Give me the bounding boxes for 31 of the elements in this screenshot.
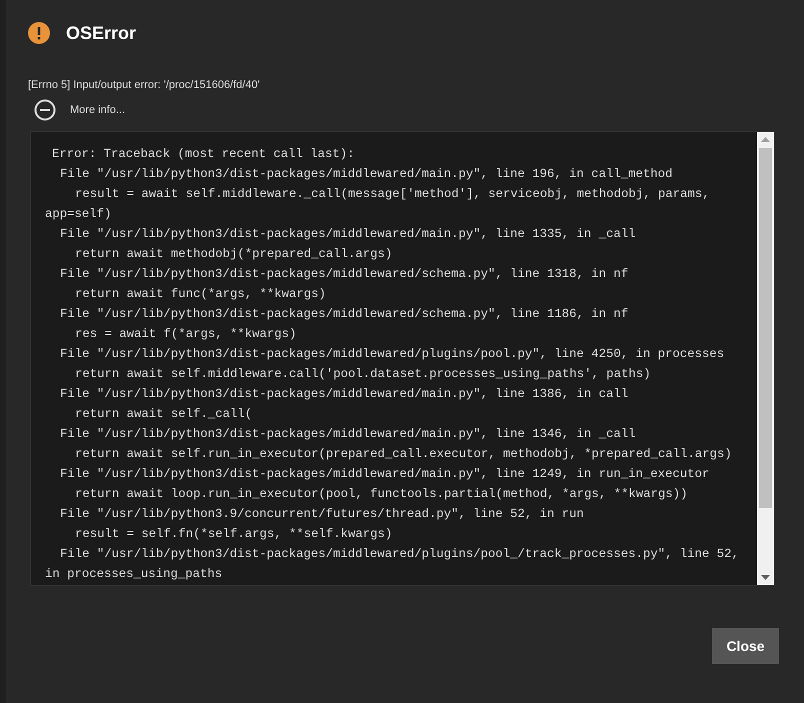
traceback-line: return await methodobj(*prepared_call.args): [74, 246, 394, 263]
traceback-line: result = await self.middleware._call(message['method'], serviceobj, methodobj, params,: [74, 186, 711, 203]
collapse-icon: [34, 99, 56, 121]
traceback-line: File "/usr/lib/python3/dist-packages/middlewared/main.py", line 1346, in _call: [59, 426, 637, 443]
traceback-line: return await self._call(: [74, 406, 254, 423]
traceback-line: File "/usr/lib/python3/dist-packages/middlewared/schema.py", line 1186, in nf: [59, 306, 630, 323]
close-button[interactable]: Close: [712, 628, 779, 664]
traceback-line: app=self): [45, 206, 112, 223]
traceback-line: File "/usr/lib/python3/dist-packages/middlewared/main.py", line 196, in call_method: [59, 166, 674, 183]
dialog-title: OSError: [66, 22, 136, 44]
traceback-line: File "/usr/lib/python3/dist-packages/middlewared/schema.py", line 1318, in nf: [59, 266, 630, 283]
traceback-line: return await loop.run_in_executor(pool, functools.partial(method, *args, **kwargs)): [74, 486, 688, 503]
warning-icon: [28, 22, 50, 44]
scroll-down-icon[interactable]: [761, 575, 770, 581]
scroll-up-icon[interactable]: [761, 137, 770, 143]
scrollbar[interactable]: [757, 132, 774, 585]
traceback-line: return await self.run_in_executor(prepared_call.executor, methodobj, *prepared_call.args): [74, 446, 733, 463]
traceback-line: result = self.fn(*self.args, **self.kwargs): [74, 526, 394, 543]
traceback-line: File "/usr/lib/python3/dist-packages/middlewared/plugins/pool_/track_processes.py", line 52,: [59, 546, 740, 563]
traceback-line: res = await f(*args, **kwargs): [74, 326, 298, 343]
traceback-line: File "/usr/lib/python3/dist-packages/middlewared/plugins/pool.py", line 4250, in processes: [59, 346, 726, 363]
traceback-line: File "/usr/lib/python3/dist-packages/middlewared/main.py", line 1386, in call: [59, 386, 630, 403]
traceback-line: return await self.middleware.call('pool.dataset.processes_using_paths', paths): [74, 366, 652, 383]
error-message: [Errno 5] Input/output error: '/proc/151606/fd/40': [28, 79, 261, 91]
traceback-line: File "/usr/lib/python3/dist-packages/middlewared/main.py", line 1335, in _call: [59, 226, 637, 243]
traceback-line: Error: Traceback (most recent call last):: [51, 146, 356, 163]
more-info-toggle[interactable]: More info...: [34, 99, 776, 121]
traceback-line: File "/usr/lib/python3/dist-packages/middlewared/main.py", line 1249, in run_in_executor: [59, 466, 710, 483]
traceback-line: return await func(*args, **kwargs): [74, 286, 327, 303]
traceback-line: in processes_using_paths: [45, 566, 224, 583]
traceback-line: File "/usr/lib/python3.9/concurrent/futures/thread.py", line 52, in run: [59, 506, 585, 523]
